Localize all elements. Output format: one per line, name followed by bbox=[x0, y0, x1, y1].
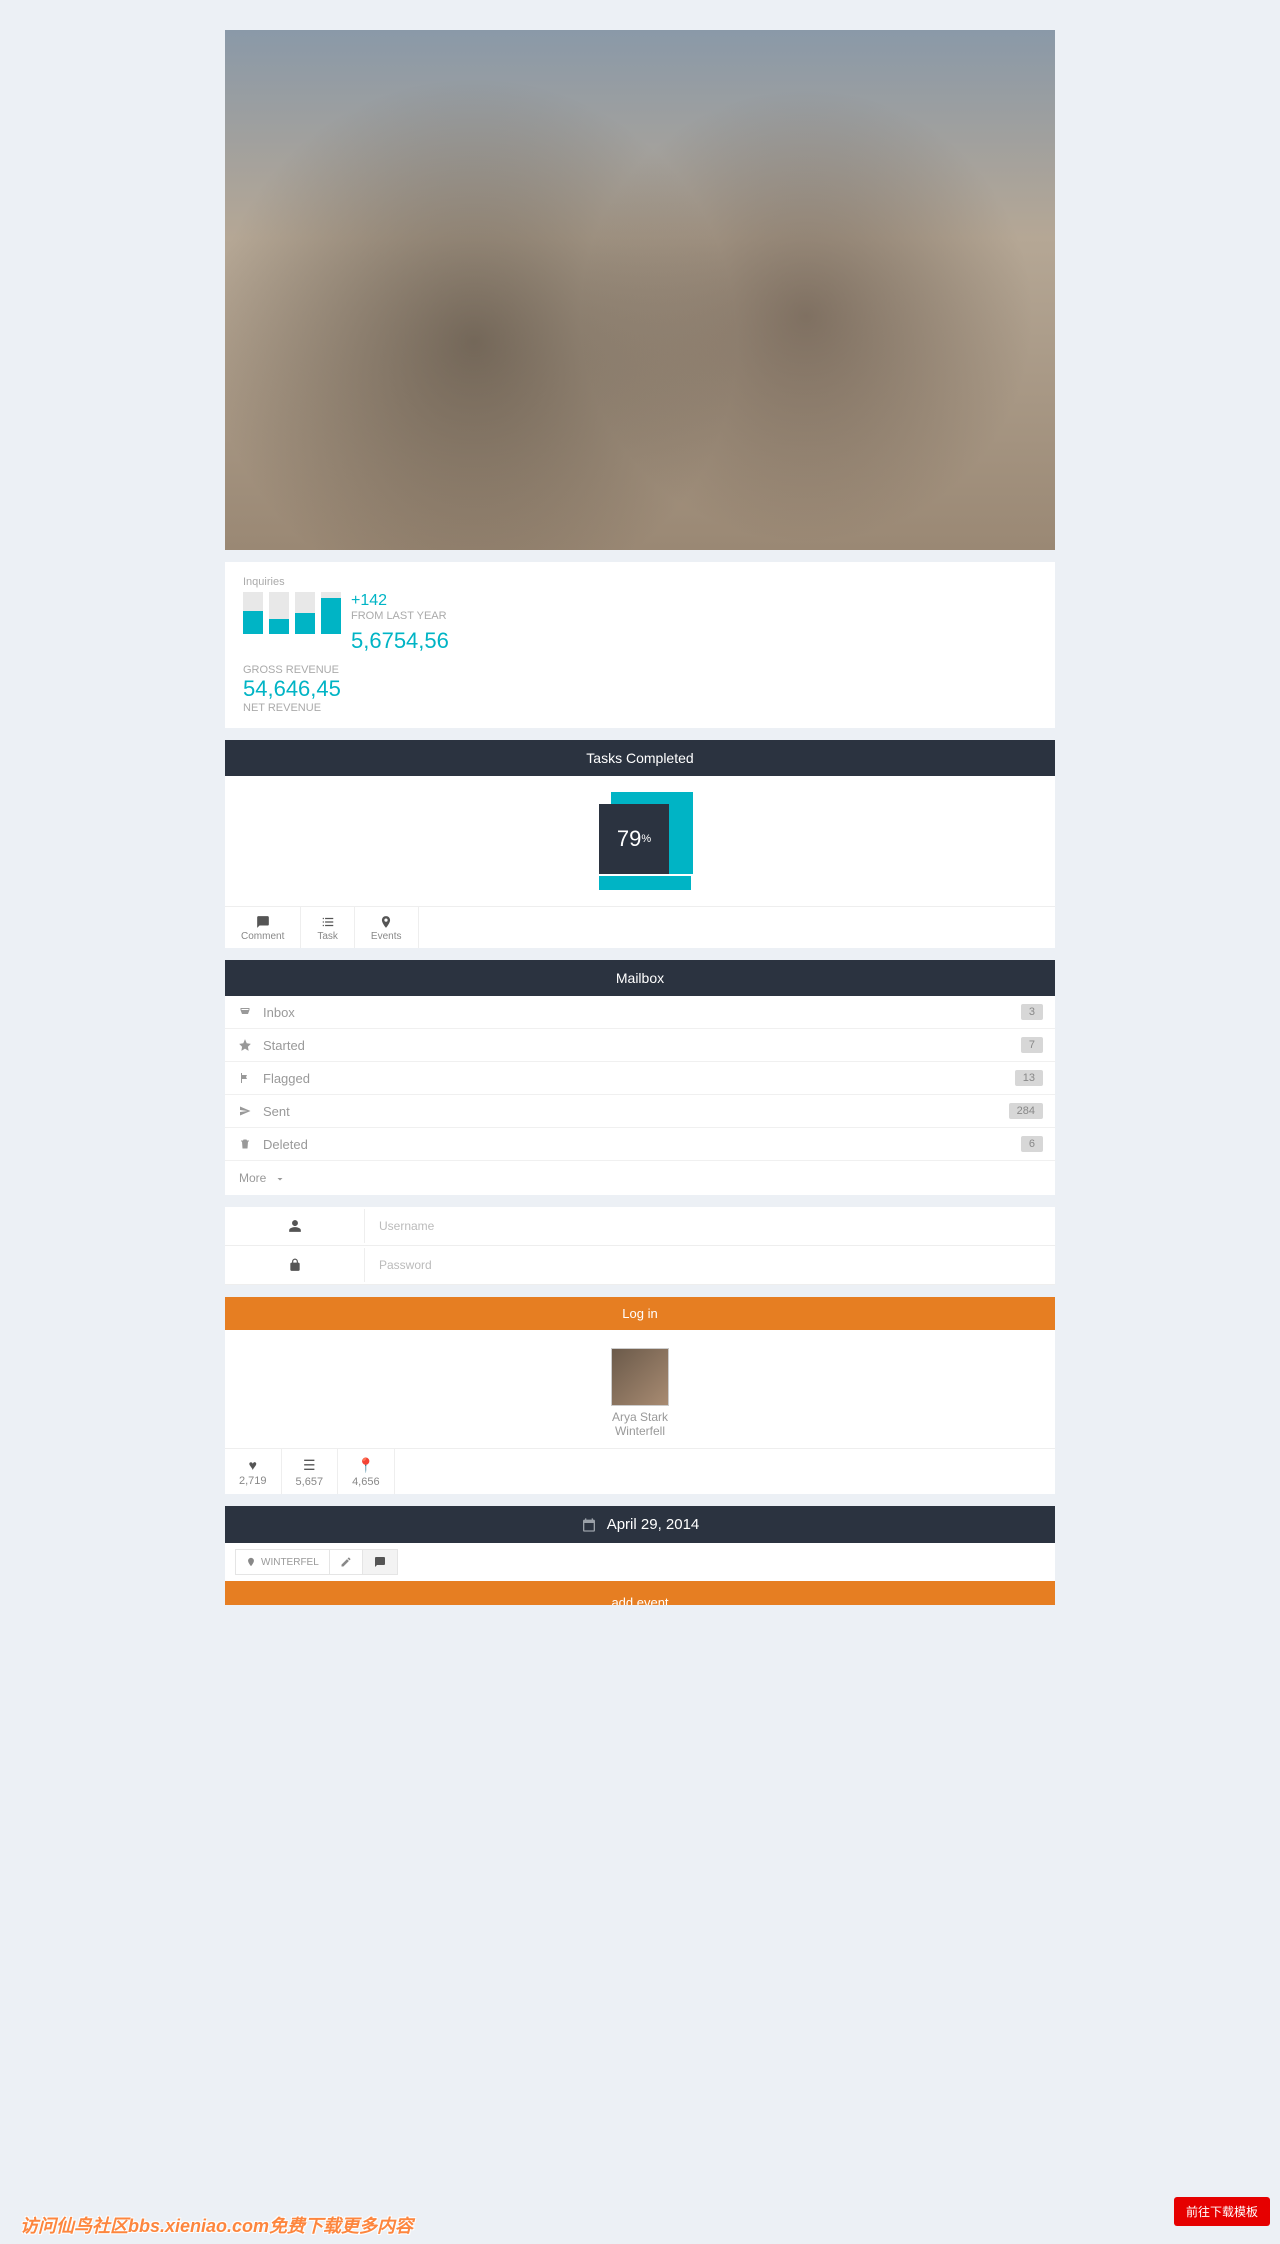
profile-card: Log in Arya Stark Winterfell ♥ 2,719 ☰ 5… bbox=[225, 1297, 1055, 1494]
chevron-down-icon bbox=[274, 1173, 286, 1185]
event-edit-button[interactable] bbox=[329, 1549, 363, 1575]
watermark: 访问仙鸟社区bbs.xieniao.com免费下载更多内容 bbox=[20, 2212, 413, 2238]
profile-stats: ♥ 2,719 ☰ 5,657 📍 4,656 bbox=[225, 1448, 1055, 1494]
profile-name: Arya Stark bbox=[225, 1410, 1055, 1424]
mailbox-more-label: More bbox=[239, 1171, 266, 1185]
calendar-icon bbox=[581, 1517, 597, 1533]
mailbox-item-started[interactable]: Started 7 bbox=[225, 1029, 1055, 1062]
mailbox-title: Mailbox bbox=[225, 960, 1055, 996]
mailbox-more[interactable]: More bbox=[225, 1161, 1055, 1195]
tab-comment-label: Comment bbox=[241, 931, 284, 942]
stat-list-value: 5,657 bbox=[296, 1476, 324, 1488]
gross-value: 54,646,45 bbox=[243, 676, 1037, 702]
send-icon bbox=[237, 1105, 253, 1117]
tab-events[interactable]: Events bbox=[355, 907, 419, 948]
stat-list[interactable]: ☰ 5,657 bbox=[282, 1449, 339, 1494]
pin-icon bbox=[378, 915, 394, 929]
star-icon bbox=[237, 1038, 253, 1052]
profile-location: Winterfell bbox=[225, 1424, 1055, 1438]
event-location-label: WINTERFEL bbox=[261, 1557, 319, 1568]
event-toolbar: WINTERFEL bbox=[225, 1543, 1055, 1581]
mailbox-item-count: 7 bbox=[1021, 1037, 1043, 1053]
mailbox-item-label: Deleted bbox=[263, 1137, 308, 1152]
mailbox-item-count: 13 bbox=[1015, 1070, 1043, 1086]
list-icon bbox=[320, 915, 336, 929]
event-card: April 29, 2014 WINTERFEL add event bbox=[225, 1506, 1055, 1605]
download-template-button[interactable]: 前往下载模板 bbox=[1174, 2197, 1270, 2226]
inquiries-sparkline bbox=[243, 592, 341, 634]
tasks-percent-badge: 79% bbox=[599, 800, 681, 882]
mailbox-item-label: Started bbox=[263, 1038, 305, 1053]
stat-likes-value: 2,719 bbox=[239, 1475, 267, 1487]
flag-icon bbox=[237, 1071, 253, 1085]
inquiries-card: Inquiries +142 FROM LAST YEAR 5,6754,56 … bbox=[225, 562, 1055, 728]
inquiries-delta-sub: FROM LAST YEAR bbox=[351, 610, 449, 622]
inbox-icon bbox=[237, 1006, 253, 1018]
avatar bbox=[611, 1348, 669, 1406]
inquiries-delta: +142 bbox=[351, 592, 449, 610]
tasks-card: Tasks Completed 79% Comment Task Events bbox=[225, 740, 1055, 948]
add-event-button[interactable]: add event bbox=[225, 1581, 1055, 1605]
mailbox-item-count: 6 bbox=[1021, 1136, 1043, 1152]
tasks-tabs: Comment Task Events bbox=[225, 906, 1055, 948]
username-input[interactable] bbox=[365, 1207, 1055, 1245]
login-button[interactable]: Log in bbox=[225, 1297, 1055, 1330]
inquiries-value: 5,6754,56 bbox=[351, 628, 449, 654]
hero-image bbox=[225, 30, 1055, 550]
list-icon: ☰ bbox=[296, 1457, 324, 1474]
heart-icon: ♥ bbox=[239, 1457, 267, 1473]
mailbox-card: Mailbox Inbox 3 Started 7 Flagged 13 Sent 284 De… bbox=[225, 960, 1055, 1195]
tab-comment[interactable]: Comment bbox=[225, 907, 301, 948]
mailbox-item-sent[interactable]: Sent 284 bbox=[225, 1095, 1055, 1128]
event-location-button[interactable]: WINTERFEL bbox=[235, 1549, 330, 1575]
stat-places[interactable]: 📍 4,656 bbox=[338, 1449, 395, 1494]
stat-likes[interactable]: ♥ 2,719 bbox=[225, 1449, 282, 1494]
username-row bbox=[225, 1207, 1055, 1246]
tasks-title: Tasks Completed bbox=[225, 740, 1055, 776]
tab-events-label: Events bbox=[371, 931, 402, 942]
comment-icon bbox=[255, 915, 271, 929]
tasks-percent-unit: % bbox=[641, 833, 651, 845]
mailbox-item-count: 3 bbox=[1021, 1004, 1043, 1020]
password-input[interactable] bbox=[365, 1246, 1055, 1284]
lock-icon bbox=[288, 1258, 302, 1272]
tab-task[interactable]: Task bbox=[301, 907, 355, 948]
tasks-percent: 79 bbox=[617, 826, 641, 852]
mailbox-item-flagged[interactable]: Flagged 13 bbox=[225, 1062, 1055, 1095]
user-icon bbox=[288, 1219, 302, 1233]
mailbox-item-label: Inbox bbox=[263, 1005, 295, 1020]
tab-task-label: Task bbox=[317, 931, 338, 942]
comment-icon bbox=[373, 1556, 387, 1568]
mailbox-item-label: Flagged bbox=[263, 1071, 310, 1086]
login-form bbox=[225, 1207, 1055, 1285]
mailbox-item-count: 284 bbox=[1009, 1103, 1043, 1119]
event-date-bar: April 29, 2014 bbox=[225, 1506, 1055, 1543]
inquiries-label: Inquiries bbox=[243, 576, 1037, 588]
trash-icon bbox=[237, 1137, 253, 1151]
password-row bbox=[225, 1246, 1055, 1285]
mailbox-item-inbox[interactable]: Inbox 3 bbox=[225, 996, 1055, 1029]
pin-icon: 📍 bbox=[352, 1457, 380, 1474]
event-date: April 29, 2014 bbox=[607, 1516, 700, 1533]
net-label: NET REVENUE bbox=[243, 702, 1037, 714]
gross-label: GROSS REVENUE bbox=[243, 664, 1037, 676]
edit-icon bbox=[340, 1556, 352, 1568]
stat-places-value: 4,656 bbox=[352, 1476, 380, 1488]
event-comment-button[interactable] bbox=[362, 1549, 398, 1575]
mailbox-item-deleted[interactable]: Deleted 6 bbox=[225, 1128, 1055, 1161]
mailbox-item-label: Sent bbox=[263, 1104, 290, 1119]
pin-icon bbox=[246, 1556, 256, 1568]
